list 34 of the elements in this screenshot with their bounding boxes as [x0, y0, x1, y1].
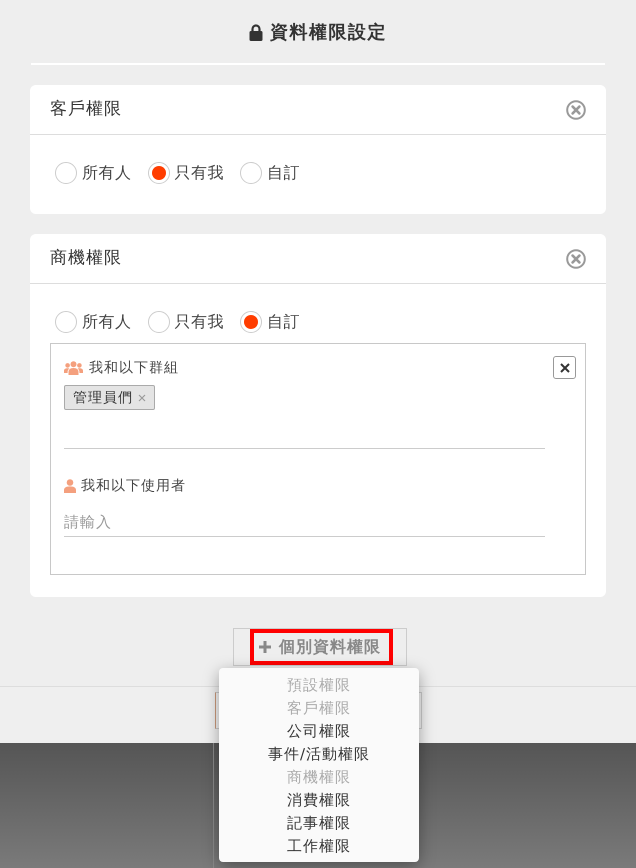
- remove-tag-icon[interactable]: [138, 394, 146, 402]
- radio-label[interactable]: 所有人: [82, 311, 132, 333]
- close-icon: [560, 362, 570, 372]
- radio-label[interactable]: 自訂: [267, 162, 300, 184]
- radio-label[interactable]: 只有我: [174, 311, 224, 333]
- close-icon[interactable]: [566, 248, 586, 268]
- menu-item[interactable]: 記事權限: [219, 812, 419, 835]
- radio-button[interactable]: [148, 162, 170, 184]
- user-icon: [64, 479, 76, 493]
- menu-item[interactable]: 工作權限: [219, 835, 419, 858]
- menu-item[interactable]: 消費權限: [219, 789, 419, 812]
- radio-button[interactable]: [240, 311, 262, 333]
- tag-label: 管理員們: [73, 388, 133, 406]
- user-input-field[interactable]: 請輸入: [64, 507, 545, 537]
- radio-label[interactable]: 所有人: [82, 162, 132, 184]
- radio-label[interactable]: 只有我: [174, 162, 224, 184]
- group-icon: [64, 361, 83, 375]
- radio-button[interactable]: [148, 311, 170, 333]
- close-icon[interactable]: [566, 100, 586, 120]
- card-title: 商機權限: [50, 246, 122, 270]
- lock-icon: [249, 24, 263, 41]
- menu-item[interactable]: 事件/活動權限: [219, 743, 419, 766]
- plus-icon: [259, 641, 271, 653]
- remove-button[interactable]: [553, 356, 576, 379]
- radio-label[interactable]: 自訂: [267, 311, 300, 333]
- radio-button[interactable]: [55, 311, 77, 333]
- user-label: 我和以下使用者: [81, 477, 186, 495]
- group-tags-field[interactable]: 管理員們: [64, 385, 545, 449]
- group-label: 我和以下群組: [89, 359, 179, 377]
- menu-item[interactable]: 公司權限: [219, 720, 419, 743]
- radio-button[interactable]: [240, 162, 262, 184]
- dialog-title: 資料權限設定: [270, 20, 387, 44]
- radio-button[interactable]: [55, 162, 77, 184]
- card-title: 客戶權限: [50, 98, 122, 121]
